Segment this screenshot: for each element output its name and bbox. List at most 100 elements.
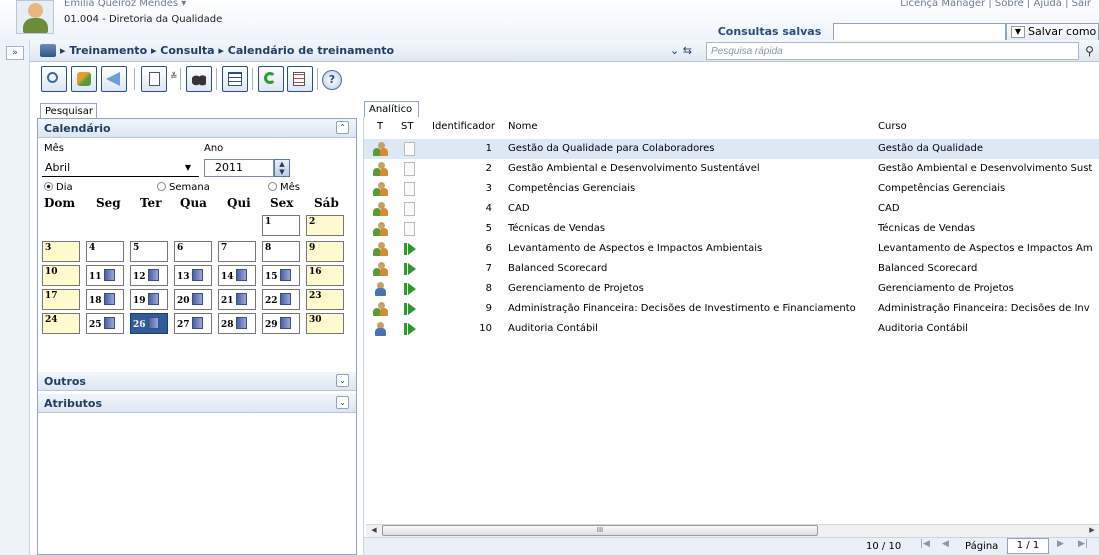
- saved-queries-label: Consultas salvas: [717, 25, 822, 38]
- document-status-icon: [404, 162, 415, 176]
- page-label: Página: [965, 541, 999, 552]
- calendar-day-cell[interactable]: 18: [86, 289, 124, 310]
- calendar-day-number: 3: [45, 243, 52, 253]
- calendar-day-cell[interactable]: 2: [306, 215, 344, 236]
- breadcrumb-nav-icon[interactable]: ⌄ ⇆: [670, 43, 706, 59]
- clear-button[interactable]: [71, 66, 97, 92]
- column-header-t[interactable]: T: [377, 121, 383, 132]
- calendar-day-cell[interactable]: 14: [218, 265, 256, 286]
- binoculars-button[interactable]: [186, 66, 212, 92]
- document-button[interactable]: [141, 66, 167, 92]
- cell-course: CAD: [878, 203, 900, 214]
- toolbar-separator: [252, 68, 253, 90]
- month-select[interactable]: Abril ▼: [42, 159, 199, 177]
- user-avatar[interactable]: [16, 0, 54, 34]
- top-links[interactable]: Licença Manager | Sobre | Ajuda | Sair: [900, 0, 1091, 8]
- calendar-day-cell[interactable]: 24: [42, 313, 80, 334]
- chevron-down-icon: ▼: [1011, 26, 1025, 38]
- calendar-day-cell[interactable]: 17: [42, 289, 80, 310]
- cell-identifier: 7: [485, 263, 492, 274]
- calendar-day-cell[interactable]: 22: [262, 289, 300, 310]
- attributes-section-header[interactable]: Atributos: [38, 394, 356, 413]
- page-input[interactable]: 1 / 1: [1007, 538, 1049, 554]
- calendar-day-cell[interactable]: 9: [306, 241, 344, 262]
- collapse-up-icon[interactable]: ⌃: [336, 121, 349, 134]
- list-button[interactable]: [287, 66, 313, 92]
- others-section-title: Outros: [44, 375, 86, 388]
- calendar-day-cell[interactable]: 4: [86, 241, 124, 262]
- calendar-day-cell[interactable]: 30: [306, 313, 344, 334]
- back-button[interactable]: [101, 66, 127, 92]
- calendar-day-cell[interactable]: 15: [262, 265, 300, 286]
- calendar-day-cell[interactable]: 21: [218, 289, 256, 310]
- calendar-day-cell[interactable]: 20: [174, 289, 212, 310]
- column-header-identifier[interactable]: Identificador: [432, 121, 495, 132]
- search-button[interactable]: [41, 66, 67, 92]
- calendar-day-cell[interactable]: 10: [42, 265, 80, 286]
- user-name[interactable]: Emilia Queiroz Mendes ▾: [64, 0, 186, 8]
- grid-icon: [228, 72, 242, 86]
- cell-course: Gestão da Qualidade: [878, 143, 983, 154]
- chevron-down-icon[interactable]: ≚: [170, 72, 178, 82]
- calendar-day-number: 21: [221, 296, 234, 306]
- calendar-day-cell[interactable]: 3: [42, 241, 80, 262]
- radio-month-label: Mês: [280, 182, 300, 193]
- calendar-day-cell[interactable]: 27: [174, 313, 212, 334]
- chevron-down-icon: ▼: [184, 163, 191, 172]
- scrollbar-thumb[interactable]: III: [382, 525, 818, 536]
- calendar-day-cell[interactable]: 13: [174, 265, 212, 286]
- tab-analitico[interactable]: Analítico: [364, 101, 419, 117]
- calendar-section-header[interactable]: Calendário: [38, 119, 356, 138]
- calendar-day-cell[interactable]: 6: [174, 241, 212, 262]
- first-page-icon[interactable]: |◀: [920, 539, 930, 549]
- calendar-day-number: 6: [177, 243, 184, 253]
- calendar-day-cell[interactable]: 19: [130, 289, 168, 310]
- refresh-button[interactable]: [258, 66, 284, 92]
- calendar-day-cell[interactable]: 29: [262, 313, 300, 334]
- quick-search-input[interactable]: [706, 42, 1079, 60]
- saved-queries-select[interactable]: [833, 23, 1006, 41]
- calendar-day-cell[interactable]: 25: [86, 313, 124, 334]
- last-page-icon[interactable]: ▶|: [1078, 539, 1088, 549]
- year-spinner[interactable]: ▲ ▼: [274, 159, 290, 177]
- scroll-right-icon[interactable]: ▶: [1086, 525, 1098, 536]
- column-header-st[interactable]: ST: [401, 121, 413, 132]
- calendar-day-cell[interactable]: 26: [130, 313, 168, 334]
- scroll-left-icon[interactable]: ◀: [368, 525, 380, 536]
- toolbar-separator: [180, 68, 181, 90]
- calendar-day-cell[interactable]: 5: [130, 241, 168, 262]
- day-name: Ter: [140, 196, 162, 210]
- calendar-day-cell[interactable]: 16: [306, 265, 344, 286]
- expand-down-icon[interactable]: ⌄: [336, 374, 349, 387]
- calendar-day-cell[interactable]: 11: [86, 265, 124, 286]
- org-label: 01.004 - Diretoria da Qualidade: [64, 14, 223, 25]
- search-icon[interactable]: ⚲: [1080, 42, 1099, 60]
- radio-month[interactable]: Mês: [268, 182, 300, 193]
- others-section-header[interactable]: Outros: [38, 372, 356, 391]
- year-input[interactable]: 2011: [204, 159, 274, 177]
- next-page-icon[interactable]: ▶: [1057, 539, 1064, 549]
- calendar-day-cell[interactable]: 23: [306, 289, 344, 310]
- breadcrumb[interactable]: ▸ Treinamento ▸ Consulta ▸ Calendário de…: [60, 42, 394, 60]
- calendar-day-number: 11: [89, 272, 102, 282]
- calendar-day-number: 12: [133, 272, 146, 282]
- save-as-button[interactable]: ▼Salvar como ▼: [1006, 23, 1099, 53]
- calendar-day-cell[interactable]: 28: [218, 313, 256, 334]
- expand-panel-button[interactable]: »: [6, 46, 24, 60]
- calendar-day-number: 25: [89, 320, 102, 330]
- radio-week[interactable]: Semana: [157, 182, 210, 193]
- expand-down-icon[interactable]: ⌄: [336, 396, 349, 409]
- document-status-icon: [404, 182, 415, 196]
- book-icon: [148, 317, 159, 329]
- column-header-course[interactable]: Curso: [878, 121, 907, 132]
- calendar-day-cell[interactable]: 7: [218, 241, 256, 262]
- radio-day[interactable]: Dia: [44, 182, 73, 193]
- calendar-day-cell[interactable]: 1: [262, 215, 300, 236]
- calendar-day-cell[interactable]: 12: [130, 265, 168, 286]
- calendar-day-cell[interactable]: 8: [262, 241, 300, 262]
- help-button[interactable]: ?: [322, 70, 342, 90]
- column-header-name[interactable]: Nome: [508, 121, 538, 132]
- grid-button[interactable]: [222, 66, 248, 92]
- previous-page-icon[interactable]: ◀: [942, 539, 949, 549]
- book-icon: [148, 293, 159, 305]
